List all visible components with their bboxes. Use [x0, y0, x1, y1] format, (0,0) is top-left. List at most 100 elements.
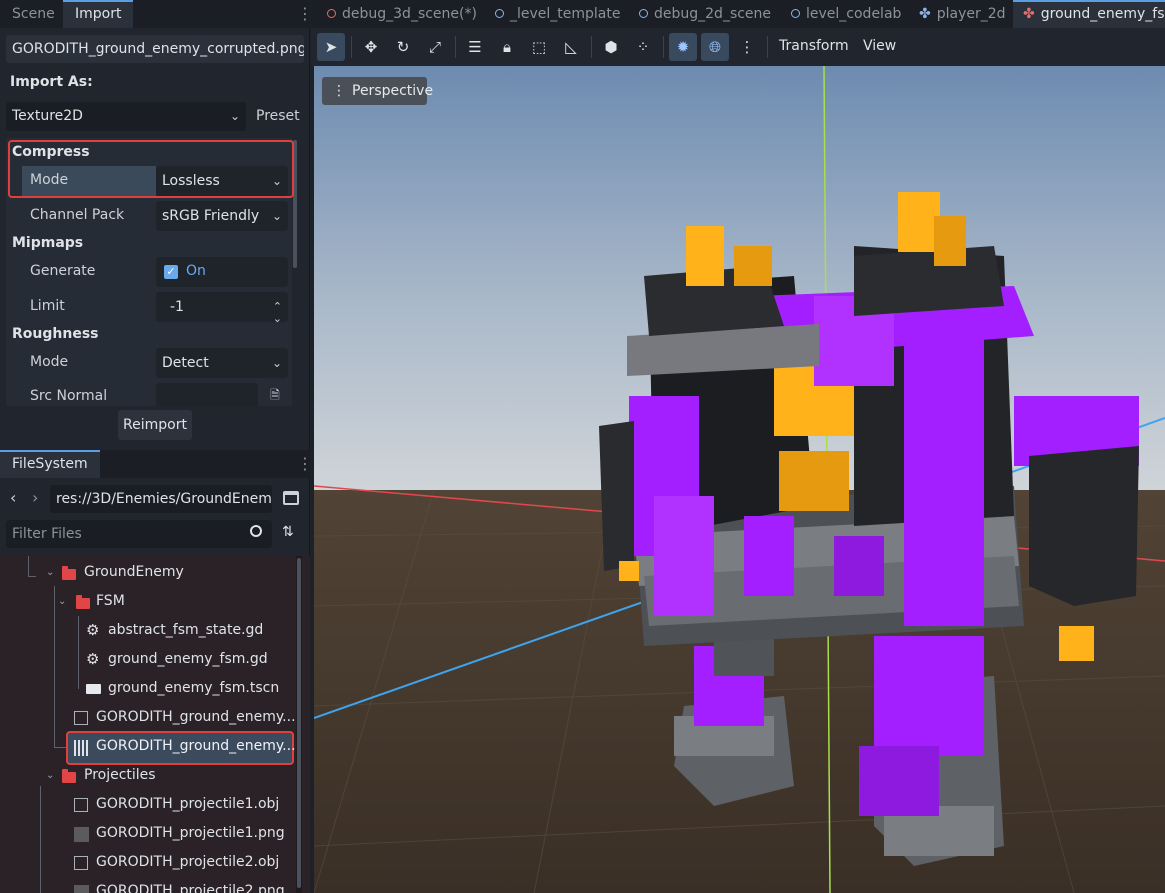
- tree-item-label: abstract_fsm_state.gd: [108, 622, 264, 638]
- tree-item-label: GORODITH_projectile2.obj: [96, 854, 280, 870]
- tree-folder-groundenemy[interactable]: ⌄ GroundEnemy: [0, 558, 296, 587]
- section-roughness[interactable]: Roughness: [12, 326, 98, 342]
- gear-icon: ⚙: [86, 621, 100, 639]
- tree-folder-projectiles[interactable]: ⌄ Projectiles: [0, 761, 296, 790]
- mesh-cube-icon[interactable]: ⬢: [597, 33, 625, 61]
- import-as-label: Import As:: [10, 74, 93, 90]
- character-icon: ✤: [919, 6, 931, 22]
- scene-tab-ground-enemy-fsm[interactable]: ✤ ground_enemy_fsm: [1013, 0, 1165, 28]
- rotate-mode-icon[interactable]: ↻: [389, 33, 417, 61]
- tree-folder-fsm[interactable]: ⌄ FSM: [0, 587, 296, 616]
- generate-checkbox-row[interactable]: ✓ On: [156, 257, 288, 287]
- mesh-icon: [74, 856, 88, 870]
- more-options-icon[interactable]: ⋮: [733, 33, 761, 61]
- channel-pack-label: Channel Pack: [30, 207, 125, 223]
- tab-import[interactable]: Import: [63, 0, 134, 28]
- scene-tab-debug-2d[interactable]: debug_2d_scene: [639, 0, 771, 28]
- chevron-down-icon[interactable]: ⌄: [58, 587, 66, 616]
- mesh-icon: [74, 711, 88, 725]
- filter-files-input[interactable]: Filter Files: [6, 520, 272, 548]
- snap-icon[interactable]: ⁘: [629, 33, 657, 61]
- image-thumbnail-icon: [74, 885, 89, 893]
- tree-item-label: GroundEnemy: [84, 564, 184, 580]
- list-select-icon[interactable]: ☰: [461, 33, 489, 61]
- back-icon[interactable]: ‹: [10, 488, 16, 507]
- tree-file-projectile1-png[interactable]: GORODITH_projectile1.png: [0, 819, 296, 848]
- scene-tab-level-template[interactable]: _level_template: [495, 0, 621, 28]
- file-icon[interactable]: 🗎: [264, 384, 286, 406]
- chevron-down-icon[interactable]: ⌄: [46, 558, 54, 587]
- split-view-icon[interactable]: [283, 491, 299, 505]
- scene-tab-player-2d[interactable]: ✤ player_2d: [919, 0, 1006, 28]
- chevron-down-icon: ⌄: [271, 356, 282, 370]
- perspective-menu-button[interactable]: ⋮ Perspective: [322, 77, 433, 105]
- tree-file-ground-enemy-fsm-tscn[interactable]: ground_enemy_fsm.tscn: [0, 674, 296, 703]
- tab-filesystem[interactable]: FileSystem: [0, 450, 100, 478]
- tab-scene[interactable]: Scene: [0, 0, 67, 28]
- scene-tab-label: debug_2d_scene: [654, 6, 772, 22]
- checkbox-checked-icon[interactable]: ✓: [164, 265, 178, 279]
- scale-mode-icon[interactable]: ⤢: [421, 33, 449, 61]
- ruler-icon[interactable]: ◺: [557, 33, 585, 61]
- left-dock: Scene Import ⋮ GORODITH_ground_enemy_cor…: [0, 0, 313, 893]
- move-mode-icon[interactable]: ✥: [357, 33, 385, 61]
- tree-file-projectile2-png[interactable]: GORODITH_projectile2.png: [0, 877, 296, 893]
- chevron-down-icon[interactable]: ⌄: [46, 761, 54, 790]
- tree-item-label: FSM: [96, 593, 125, 609]
- import-as-value: Texture2D: [12, 108, 83, 124]
- import-as-select[interactable]: Texture2D ⌄: [6, 102, 246, 131]
- scene-tab-label: _level_template: [510, 6, 621, 22]
- roughness-mode-value: Detect: [162, 355, 209, 371]
- scene-tab-level-codelab[interactable]: level_codelab: [791, 0, 901, 28]
- select-mode-icon[interactable]: ➤: [317, 33, 345, 61]
- preset-button[interactable]: Preset: [256, 108, 300, 124]
- perspective-label: Perspective: [352, 83, 434, 99]
- tree-item-label: GORODITH_ground_enemy...: [96, 738, 296, 754]
- node-icon: [791, 9, 800, 18]
- forward-icon[interactable]: ›: [32, 488, 38, 507]
- src-normal-input[interactable]: [156, 383, 258, 406]
- chevron-down-icon: ⌄: [271, 209, 282, 223]
- folder-icon: [62, 769, 76, 783]
- sort-icon[interactable]: ⇅: [282, 524, 294, 540]
- 3d-viewport[interactable]: ⋮ Perspective: [314, 66, 1165, 893]
- roughness-mode-label: Mode: [30, 354, 69, 370]
- generate-label: Generate: [30, 263, 96, 279]
- view-menu[interactable]: View: [863, 38, 896, 54]
- dock-menu-icon[interactable]: ⋮: [297, 456, 313, 472]
- reimport-button[interactable]: Reimport: [118, 410, 192, 440]
- group-icon[interactable]: ⬚: [525, 33, 553, 61]
- tree-item-label: GORODITH_ground_enemy...: [96, 709, 296, 725]
- tree-file-projectile2-obj[interactable]: GORODITH_projectile2.obj: [0, 848, 296, 877]
- texture-icon: [74, 740, 88, 756]
- updown-icon[interactable]: ⌃ ⌄: [273, 301, 282, 323]
- tree-file-abstract-fsm-state[interactable]: ⚙ abstract_fsm_state.gd: [0, 616, 296, 645]
- tree-file-projectile1-obj[interactable]: GORODITH_projectile1.obj: [0, 790, 296, 819]
- dock-menu-icon[interactable]: ⋮: [297, 6, 313, 22]
- tree-item-label: ground_enemy_fsm.gd: [108, 651, 268, 667]
- character-icon: ✤: [1023, 6, 1035, 22]
- limit-spinbox[interactable]: -1 ⌃ ⌄: [156, 292, 288, 322]
- lock-icon[interactable]: 🔒︎: [493, 33, 521, 61]
- transform-menu[interactable]: Transform: [779, 38, 849, 54]
- tree-item-label: GORODITH_projectile1.png: [96, 825, 285, 841]
- channel-pack-select[interactable]: sRGB Friendly ⌄: [156, 201, 288, 231]
- file-tree: ⌄ GroundEnemy ⌄ FSM ⚙ abstract_fsm_state…: [0, 556, 310, 893]
- section-mipmaps[interactable]: Mipmaps: [12, 235, 83, 251]
- tree-file-gorodith-png-selected[interactable]: GORODITH_ground_enemy...: [66, 731, 296, 765]
- scene-tab-label: player_2d: [936, 6, 1006, 22]
- scene-tab-label: debug_3d_scene(*): [342, 6, 477, 22]
- gear-icon: ⚙: [86, 650, 100, 668]
- folder-icon: [62, 566, 76, 580]
- tree-file-gorodith-obj[interactable]: GORODITH_ground_enemy...: [0, 703, 296, 732]
- tree-scrollbar[interactable]: [297, 558, 301, 888]
- tree-file-ground-enemy-fsm-gd[interactable]: ⚙ ground_enemy_fsm.gd: [0, 645, 296, 674]
- path-field[interactable]: res://3D/Enemies/GroundEnem: [50, 485, 272, 513]
- viewport-canvas[interactable]: [314, 66, 1165, 893]
- sun-light-icon[interactable]: ✹: [669, 33, 697, 61]
- src-normal-label: Src Normal: [30, 388, 108, 404]
- roughness-mode-select[interactable]: Detect ⌄: [156, 348, 288, 378]
- environment-globe-icon[interactable]: 🌐︎: [701, 33, 729, 61]
- scene-tab-label: ground_enemy_fsm: [1040, 6, 1165, 22]
- scene-tab-debug-3d[interactable]: debug_3d_scene(*): [327, 0, 477, 28]
